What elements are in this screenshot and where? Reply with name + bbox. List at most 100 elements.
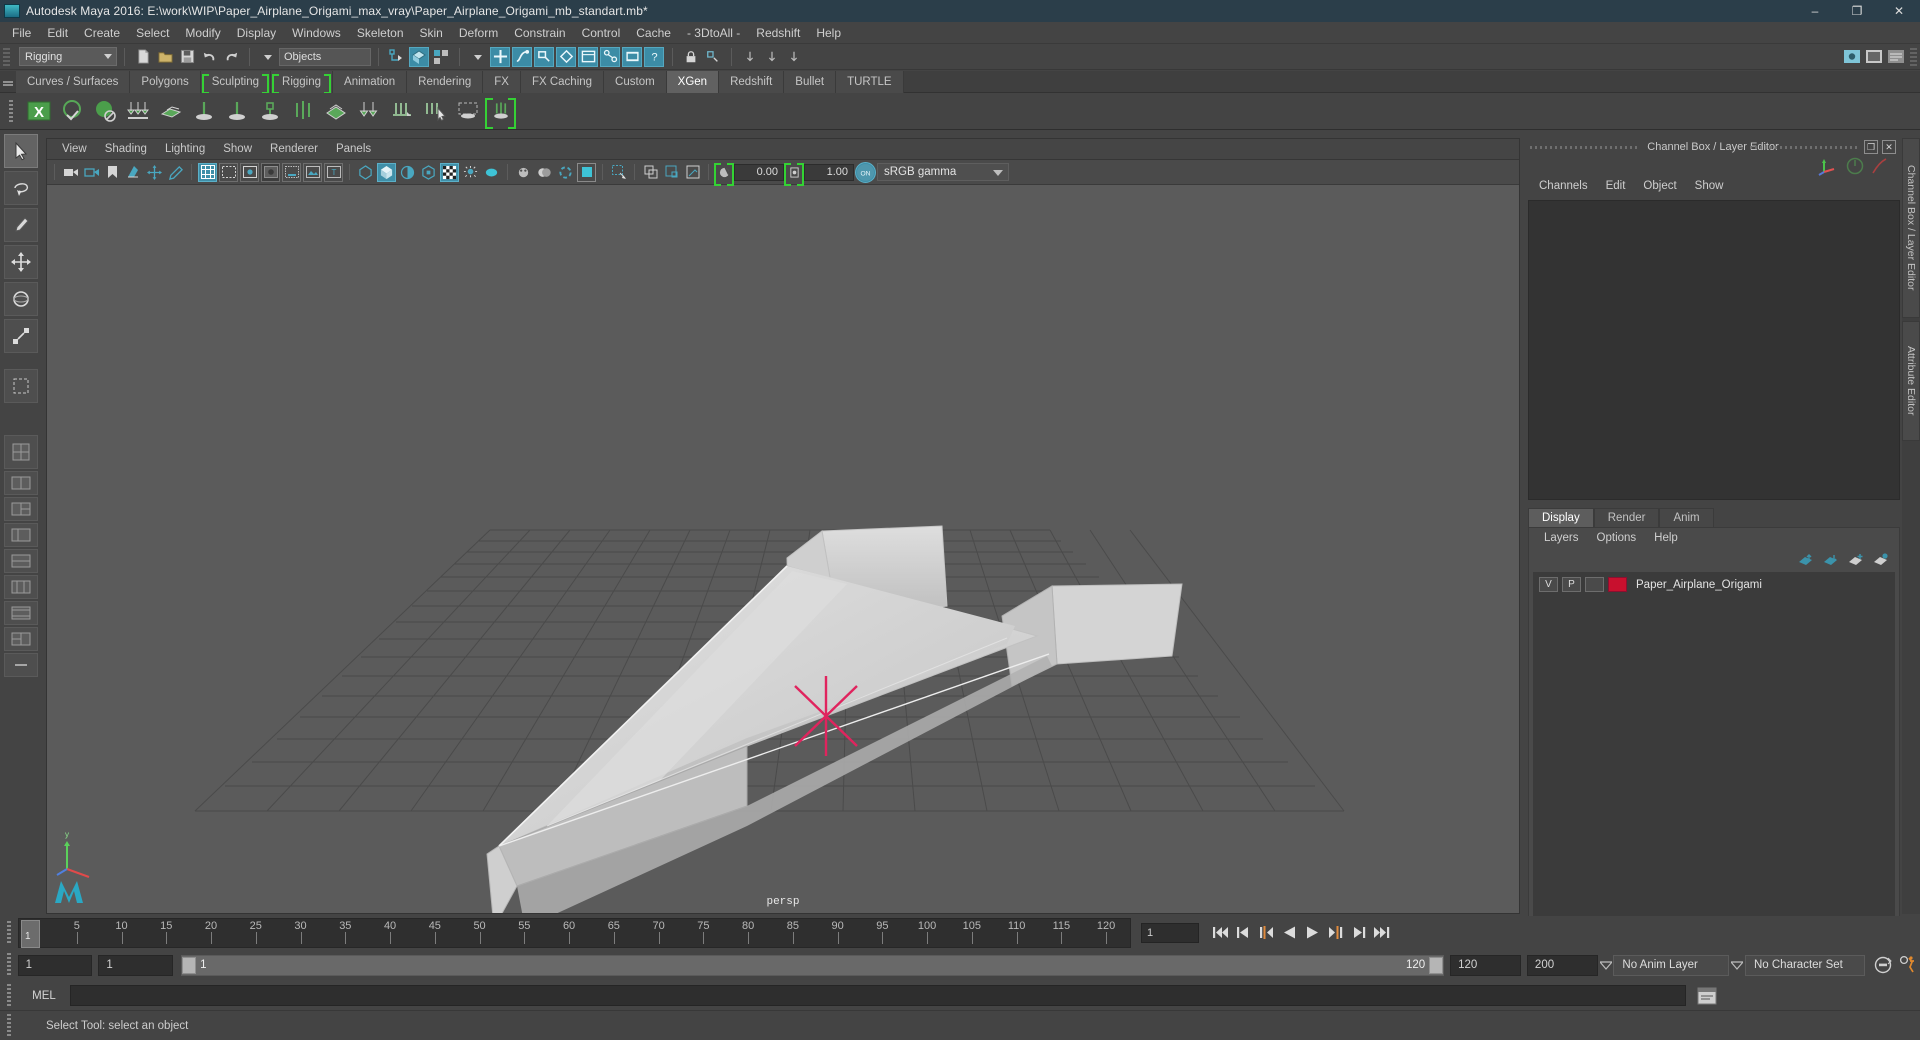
exposure-reset-icon[interactable] [714, 162, 734, 186]
viewport-menu-renderer[interactable]: Renderer [261, 143, 327, 155]
menu-control[interactable]: Control [574, 24, 629, 42]
history-off-icon[interactable] [784, 47, 804, 67]
lock-icon[interactable] [681, 47, 701, 67]
menu-set-selector[interactable]: Rigging [19, 47, 117, 66]
step-forward-frame-button[interactable] [1325, 922, 1346, 944]
menu-skeleton[interactable]: Skeleton [349, 24, 412, 42]
rotate-tool-button[interactable] [4, 282, 38, 316]
viewport-menu-panels[interactable]: Panels [327, 143, 380, 155]
menu-3dtoall[interactable]: - 3DtoAll - [679, 24, 748, 42]
layer-menu-help[interactable]: Help [1645, 532, 1687, 544]
step-back-key-button[interactable] [1233, 922, 1254, 944]
snap-to-curve-icon[interactable] [512, 46, 532, 67]
move-layer-up-icon[interactable] [1798, 553, 1814, 566]
layer-color-swatch[interactable] [1608, 577, 1627, 592]
xgen-select-region-icon[interactable] [452, 96, 483, 127]
input-connection-icon[interactable] [703, 47, 723, 67]
shelf-grip[interactable] [0, 93, 22, 130]
viewport-menu-show[interactable]: Show [214, 143, 261, 155]
xgen-import-collection-icon[interactable] [122, 96, 153, 127]
range-start-field[interactable]: 1 [17, 954, 93, 976]
shade-with-wireframe-icon[interactable] [398, 163, 417, 182]
xgen-sphere-primitive-icon[interactable] [287, 96, 318, 127]
quick-layout-hypergraph-button[interactable] [4, 549, 38, 573]
xgen-generate-preview-icon[interactable] [353, 96, 384, 127]
use-all-lights-icon[interactable] [440, 162, 459, 182]
menu-cache[interactable]: Cache [628, 24, 679, 42]
smooth-shade-all-icon[interactable] [377, 162, 396, 182]
xgen-select-patches-icon[interactable] [419, 96, 450, 127]
exposure-field[interactable]: 0.00 [734, 163, 784, 181]
new-scene-icon[interactable] [133, 47, 153, 67]
shelf-tab-sculpting[interactable]: Sculpting [200, 70, 272, 94]
menu-create[interactable]: Create [76, 24, 128, 42]
xgen-patches-icon[interactable] [155, 96, 186, 127]
command-language-label[interactable]: MEL [18, 990, 70, 1002]
xgen-spline-primitive-icon[interactable] [188, 96, 219, 127]
component-chevron-icon[interactable] [468, 47, 488, 67]
channel-menu-show[interactable]: Show [1686, 180, 1733, 192]
menu-deform[interactable]: Deform [451, 24, 506, 42]
wireframe-shading-icon[interactable] [356, 163, 375, 182]
viewport-menu-view[interactable]: View [53, 143, 96, 155]
ipr-render-icon[interactable] [1864, 47, 1884, 67]
film-gate-display-icon[interactable] [282, 162, 301, 182]
history-down-icon[interactable] [762, 47, 782, 67]
grease-pencil-icon[interactable] [166, 163, 185, 182]
character-set-selector[interactable]: No Character Set [1744, 954, 1865, 976]
shelf-tab-polygons[interactable]: Polygons [130, 70, 201, 93]
toolbar-grip[interactable] [3, 47, 10, 66]
current-frame-field[interactable]: 1 [1141, 922, 1199, 943]
viewport-3d-canvas[interactable]: y persp [47, 186, 1519, 913]
go-to-end-button[interactable] [1371, 922, 1392, 944]
channel-menu-edit[interactable]: Edit [1597, 180, 1635, 192]
select-by-object-icon[interactable] [409, 46, 429, 67]
step-forward-key-button[interactable] [1348, 922, 1369, 944]
resolution-gate-icon[interactable] [240, 162, 259, 182]
shelf-tab-fx-caching[interactable]: FX Caching [520, 70, 605, 93]
dock-drag-dots-left[interactable] [1530, 146, 1640, 149]
color-management-toggle-icon[interactable]: ON [855, 161, 876, 183]
layer-playback-toggle[interactable]: P [1562, 577, 1581, 592]
animation-end-field[interactable]: 200 [1526, 954, 1598, 976]
screen-space-ao-icon[interactable] [482, 163, 501, 182]
help-line-grip[interactable] [0, 1009, 18, 1040]
animation-preferences-button[interactable] [1898, 954, 1919, 976]
time-slider[interactable]: 1 5 10 15 20 25 30 35 40 45 50 55 60 65 70 75 80 85 90 95 1… [18, 917, 1131, 948]
play-backwards-button[interactable] [1279, 922, 1300, 944]
command-line-grip[interactable] [0, 979, 18, 1012]
vertical-tab-attribute-editor[interactable]: Attribute Editor [1902, 321, 1920, 441]
playback-end-field[interactable]: 120 [1450, 954, 1521, 976]
gate-mask-icon[interactable] [261, 162, 280, 182]
multisample-icon[interactable] [535, 163, 554, 182]
range-slider-left-handle[interactable] [182, 956, 197, 974]
two-dimensional-pan-zoom-icon[interactable] [145, 163, 164, 182]
anim-layer-chevron-icon[interactable] [1598, 955, 1614, 976]
go-to-start-button[interactable] [1210, 922, 1231, 944]
dock-drag-dots-right[interactable] [1750, 146, 1860, 149]
snap-to-point-icon[interactable] [534, 46, 554, 67]
bookmark-icon[interactable] [103, 163, 122, 182]
layer-visibility-toggle[interactable]: V [1539, 577, 1558, 592]
xgen-editor-icon[interactable]: X [23, 96, 54, 127]
xgen-archive-primitive-icon[interactable] [254, 96, 285, 127]
xgen-card-primitive-icon[interactable] [320, 96, 351, 127]
move-layer-down-icon[interactable] [1823, 553, 1839, 566]
menu-constrain[interactable]: Constrain [506, 24, 573, 42]
shelf-tab-redshift[interactable]: Redshift [719, 70, 785, 93]
make-live-icon[interactable] [600, 46, 620, 67]
shelf-tab-fx[interactable]: FX [483, 70, 521, 93]
shelf-tab-animation[interactable]: Animation [333, 70, 408, 93]
minimize-button[interactable]: – [1794, 0, 1836, 22]
construction-history-icon[interactable] [740, 47, 760, 67]
quick-layout-two-pane-button[interactable] [4, 471, 38, 495]
shelf-menu-icon[interactable] [0, 71, 16, 93]
anim-layer-selector[interactable]: No Anim Layer [1613, 954, 1730, 976]
character-set-chevron-icon[interactable] [1729, 955, 1745, 976]
shelf-tab-curves-surfaces[interactable]: Curves / Surfaces [16, 70, 131, 93]
play-forwards-button[interactable] [1302, 922, 1323, 944]
menu-help[interactable]: Help [808, 24, 849, 42]
paint-select-tool-button[interactable] [4, 208, 38, 242]
motion-blur-icon[interactable] [514, 163, 533, 182]
channel-menu-object[interactable]: Object [1634, 180, 1685, 192]
